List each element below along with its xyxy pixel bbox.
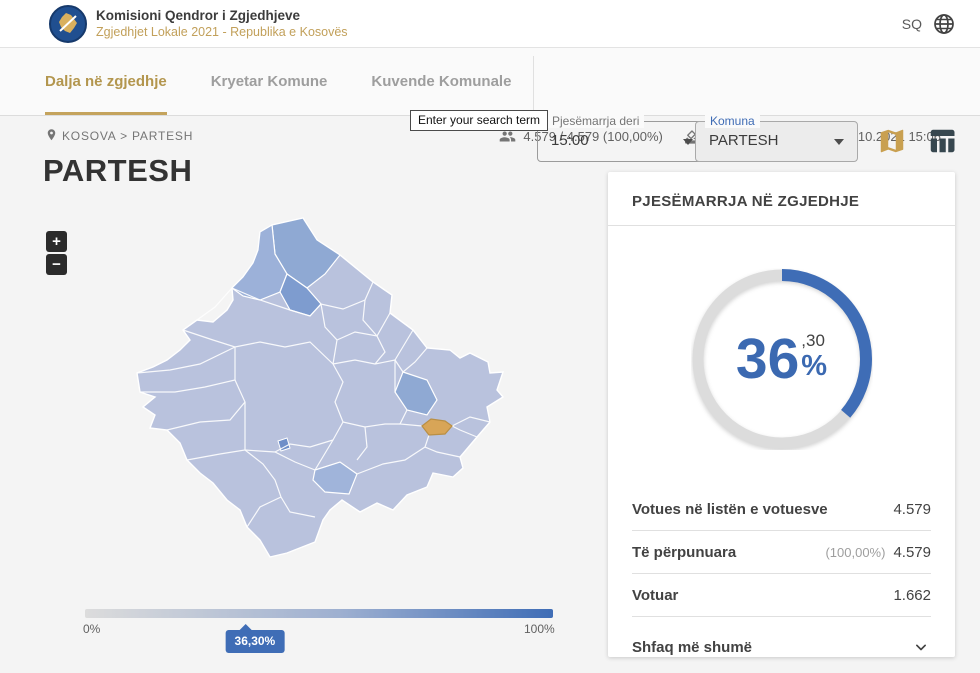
participation-time-select[interactable]: Pjesëmarrja deri 15:00 <box>537 121 707 162</box>
komuna-select[interactable]: Komuna PARTESH <box>695 121 858 162</box>
participation-scale-bar[interactable]: 36,30% <box>85 609 553 618</box>
breadcrumb-path: KOSOVA > PARTESH <box>62 129 193 143</box>
tab-kuvende-komunale[interactable]: Kuvende Komunale <box>371 48 511 115</box>
map-zoom-controls: + − <box>46 231 67 275</box>
table-view-icon[interactable] <box>927 126 957 156</box>
toolbar-divider <box>533 56 534 114</box>
stat-row-voted: Votuar 1.662 <box>632 574 931 617</box>
search-tooltip: Enter your search term <box>410 110 548 131</box>
scale-max-label: 100% <box>524 622 555 636</box>
tab-kryetar-komune[interactable]: Kryetar Komune <box>211 48 328 115</box>
participation-card: PJESËMARRJA NË ZGJEDHJE 36 ,30 % Votues … <box>608 172 955 657</box>
row-value: 4.579 <box>893 501 931 518</box>
tab-bar: Dalja në zgjedhje Kryetar Komune Kuvende… <box>45 48 511 115</box>
row-label: Votues në listën e votuesve <box>632 501 828 518</box>
participation-stats-list: Votues në listën e votuesve 4.579 Të për… <box>632 488 931 617</box>
stat-row-voters-list: Votues në listën e votuesve 4.579 <box>632 488 931 531</box>
slider-marker: 36,30% <box>226 630 285 653</box>
row-value: 1.662 <box>893 587 931 604</box>
breadcrumb[interactable]: KOSOVA > PARTESH <box>44 128 193 143</box>
tab-label: Dalja në zgjedhje <box>45 73 167 90</box>
map-view-icon[interactable] <box>877 126 907 156</box>
gauge-value: 36 ,30 % <box>691 268 873 450</box>
participation-time-label: Pjesëmarrja deri <box>547 114 644 128</box>
kqz-logo <box>49 5 87 43</box>
row-label: Të përpunuara <box>632 544 736 561</box>
scale-min-label: 0% <box>83 622 100 636</box>
tab-dalja-ne-zgjedhje[interactable]: Dalja në zgjedhje <box>45 48 167 115</box>
page-title: PARTESH <box>43 153 192 189</box>
komuna-label: Komuna <box>705 114 760 128</box>
app-title: Komisioni Qendror i Zgjedhjeve <box>96 8 300 23</box>
kosovo-map[interactable] <box>85 212 555 592</box>
tab-label: Kryetar Komune <box>211 73 328 90</box>
gauge-unit: % <box>801 351 827 381</box>
row-value: 4.579 <box>893 544 931 561</box>
zoom-out-button[interactable]: − <box>46 254 67 275</box>
chevron-down-icon <box>834 139 844 145</box>
toolbar: Dalja në zgjedhje Kryetar Komune Kuvende… <box>0 48 980 116</box>
stat-row-processed: Të përpunuara (100,00%) 4.579 <box>632 531 931 574</box>
kosovo-map-svg <box>85 212 555 592</box>
gauge-value-dec: ,30 <box>801 331 825 351</box>
location-pin-icon <box>44 128 59 143</box>
chevron-down-icon <box>683 139 693 145</box>
globe-icon[interactable] <box>932 12 956 36</box>
row-note: (100,00%) <box>825 545 885 560</box>
tab-label: Kuvende Komunale <box>371 73 511 90</box>
card-title: PJESËMARRJA NË ZGJEDHJE <box>608 172 955 226</box>
app-header: Komisioni Qendror i Zgjedhjeve Zgjedhjet… <box>0 0 980 48</box>
kosovo-logo-icon <box>53 9 83 39</box>
row-label: Votuar <box>632 587 678 604</box>
app-subtitle: Zgjedhjet Lokale 2021 - Republika e Koso… <box>96 25 348 39</box>
gauge-value-int: 36 <box>736 331 799 388</box>
participation-gauge: 36 ,30 % <box>691 268 873 450</box>
komuna-value: PARTESH <box>709 132 778 149</box>
language-selector[interactable]: SQ <box>902 16 922 32</box>
chevron-down-icon <box>911 637 931 657</box>
show-more-button[interactable]: Shfaq më shumë <box>632 637 931 657</box>
zoom-in-button[interactable]: + <box>46 231 67 252</box>
show-more-label: Shfaq më shumë <box>632 639 752 656</box>
participation-time-value: 15:00 <box>551 132 589 149</box>
